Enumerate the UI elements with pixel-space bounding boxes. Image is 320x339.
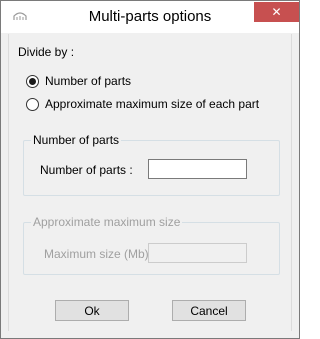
radio-label-max-size: Approximate maximum size of each part (45, 97, 260, 111)
close-button[interactable]: ✕ (254, 2, 299, 22)
dialog-window: Multi-parts options ✕ Divide by : Number… (0, 0, 300, 339)
divide-by-label: Divide by : (18, 45, 75, 59)
number-of-parts-group-title: Number of parts (31, 133, 122, 147)
max-size-group-title: Approximate maximum size (31, 215, 183, 229)
close-icon: ✕ (271, 5, 282, 19)
max-size-input[interactable] (148, 243, 247, 263)
radio-label-number-of-parts: Number of parts (45, 74, 132, 88)
ok-button[interactable]: Ok (55, 300, 129, 321)
radio-button-checked[interactable] (26, 74, 39, 88)
number-of-parts-input[interactable] (148, 159, 247, 179)
radio-number-of-parts[interactable]: Number of parts (26, 74, 131, 88)
number-of-parts-label: Number of parts : (40, 163, 133, 177)
radio-max-size[interactable]: Approximate maximum size of each part (26, 97, 259, 111)
radio-button-unchecked[interactable] (26, 97, 39, 111)
max-size-label: Maximum size (Mb) : (44, 247, 156, 261)
cancel-button[interactable]: Cancel (172, 300, 246, 321)
title-bar[interactable]: Multi-parts options ✕ (1, 1, 299, 33)
